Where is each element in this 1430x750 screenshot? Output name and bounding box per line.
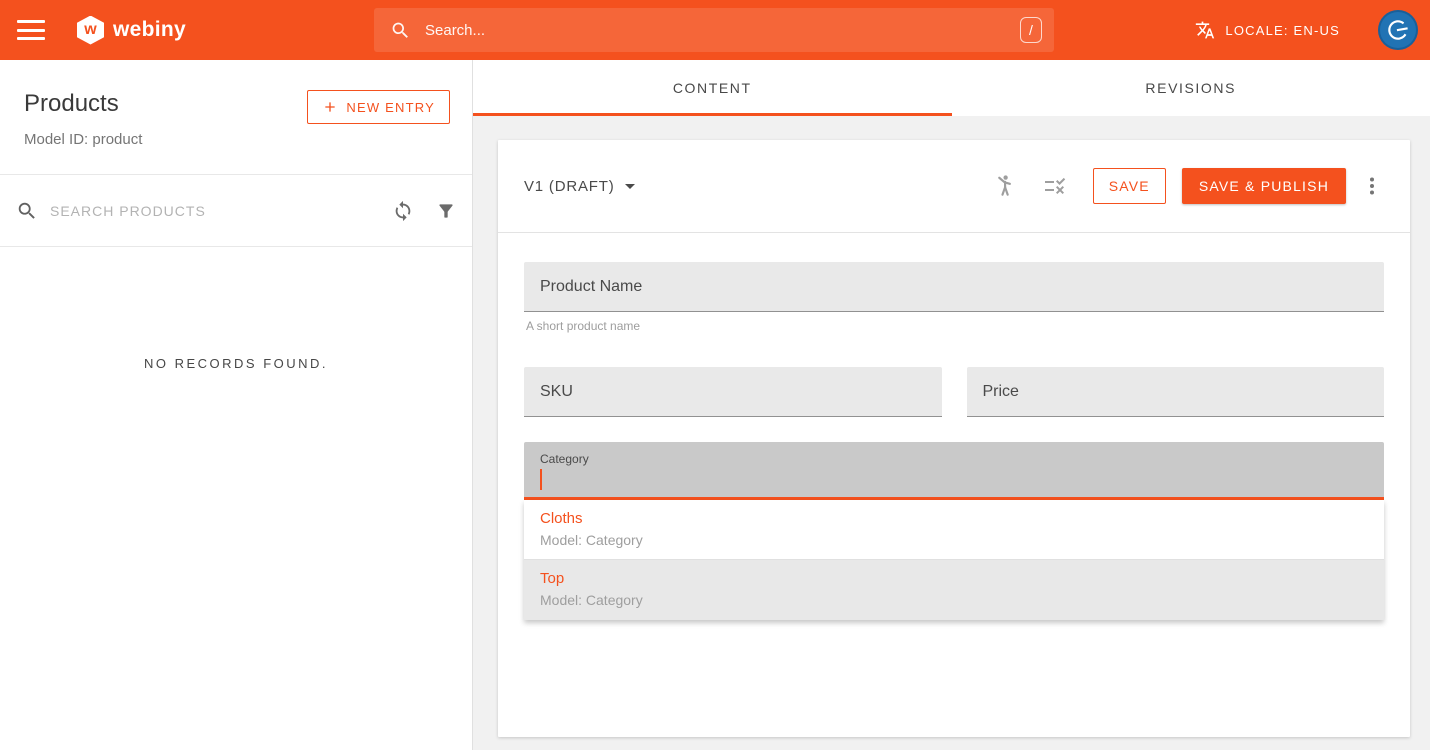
sidebar-header: Products Model ID: product NEW ENTRY bbox=[0, 60, 472, 175]
records-search-bar bbox=[0, 175, 472, 247]
locale-selector[interactable]: LOCALE: EN-US bbox=[1195, 20, 1340, 40]
kebab-menu-icon bbox=[1360, 174, 1384, 198]
global-search-input[interactable] bbox=[425, 22, 1020, 39]
workflow-status-button[interactable] bbox=[1043, 174, 1067, 198]
sku-price-row: SKU Price bbox=[524, 367, 1384, 417]
option-subtitle: Model: Category bbox=[540, 592, 1368, 608]
category-label: Category bbox=[540, 452, 1368, 466]
top-bar: w webiny / LOCALE: EN-US bbox=[0, 0, 1430, 60]
more-options-button[interactable] bbox=[1360, 174, 1384, 198]
plus-icon bbox=[322, 99, 338, 115]
price-field[interactable]: Price bbox=[967, 367, 1385, 417]
topbar-right: LOCALE: EN-US bbox=[1195, 0, 1418, 60]
accessibility-icon bbox=[991, 173, 1017, 199]
entry-form-header: V1 (DRAFT) SAVE SAVE & PUBLISH bbox=[498, 140, 1410, 233]
tab-content[interactable]: CONTENT bbox=[473, 60, 952, 116]
price-label: Price bbox=[983, 383, 1019, 401]
category-field[interactable]: Category bbox=[524, 442, 1384, 500]
product-name-field[interactable]: Product Name bbox=[524, 262, 1384, 312]
category-option-top[interactable]: Top Model: Category bbox=[524, 560, 1384, 620]
global-search[interactable]: / bbox=[374, 8, 1054, 52]
text-cursor bbox=[540, 469, 542, 490]
entry-form-card: V1 (DRAFT) SAVE SAVE & PUBLISH bbox=[498, 140, 1410, 737]
entry-form-body: Product Name A short product name SKU Pr… bbox=[498, 233, 1410, 620]
rule-checklist-icon bbox=[1043, 174, 1067, 198]
filter-icon bbox=[436, 201, 456, 221]
tab-revisions[interactable]: REVISIONS bbox=[952, 60, 1430, 116]
new-entry-button[interactable]: NEW ENTRY bbox=[307, 90, 450, 124]
save-button[interactable]: SAVE bbox=[1093, 168, 1166, 204]
product-name-label: Product Name bbox=[540, 278, 642, 296]
chevron-down-icon bbox=[625, 184, 635, 189]
refresh-icon bbox=[392, 200, 414, 222]
category-dropdown: Cloths Model: Category Top Model: Catego… bbox=[524, 500, 1384, 620]
model-id-label: Model ID: product bbox=[24, 131, 142, 148]
header-actions: SAVE SAVE & PUBLISH bbox=[965, 168, 1384, 204]
webiny-hexagon-icon: w bbox=[77, 16, 104, 45]
user-avatar[interactable] bbox=[1378, 10, 1418, 50]
option-subtitle: Model: Category bbox=[540, 532, 1368, 548]
tab-bar: CONTENT REVISIONS bbox=[473, 60, 1430, 116]
new-entry-label: NEW ENTRY bbox=[346, 100, 435, 115]
version-selector[interactable]: V1 (DRAFT) bbox=[524, 178, 635, 195]
sku-field[interactable]: SKU bbox=[524, 367, 942, 417]
request-review-button[interactable] bbox=[991, 173, 1017, 199]
save-and-publish-button[interactable]: SAVE & PUBLISH bbox=[1182, 168, 1346, 204]
records-sidebar: Products Model ID: product NEW ENTRY NO … bbox=[0, 60, 473, 750]
refresh-button[interactable] bbox=[392, 200, 414, 222]
empty-state-message: NO RECORDS FOUND. bbox=[0, 356, 472, 371]
translate-icon bbox=[1195, 20, 1215, 40]
version-label: V1 (DRAFT) bbox=[524, 178, 615, 195]
option-title: Top bbox=[540, 570, 1368, 587]
records-search-input[interactable] bbox=[50, 203, 370, 219]
brand-wordmark: webiny bbox=[113, 18, 186, 42]
category-option-cloths[interactable]: Cloths Model: Category bbox=[524, 500, 1384, 560]
power-icon bbox=[1385, 17, 1411, 43]
search-icon bbox=[16, 200, 38, 222]
webiny-logo[interactable]: w webiny bbox=[77, 16, 186, 45]
sku-label: SKU bbox=[540, 383, 573, 401]
page-title: Products bbox=[24, 90, 119, 118]
option-title: Cloths bbox=[540, 510, 1368, 527]
search-shortcut-badge: / bbox=[1020, 17, 1042, 43]
search-icon bbox=[390, 20, 411, 41]
product-name-helper: A short product name bbox=[526, 319, 1384, 333]
locale-label: LOCALE: EN-US bbox=[1225, 23, 1340, 38]
filter-button[interactable] bbox=[436, 201, 456, 221]
menu-icon[interactable] bbox=[17, 20, 45, 40]
main-panel: CONTENT REVISIONS V1 (DRAFT) SAVE SAVE bbox=[473, 60, 1430, 750]
